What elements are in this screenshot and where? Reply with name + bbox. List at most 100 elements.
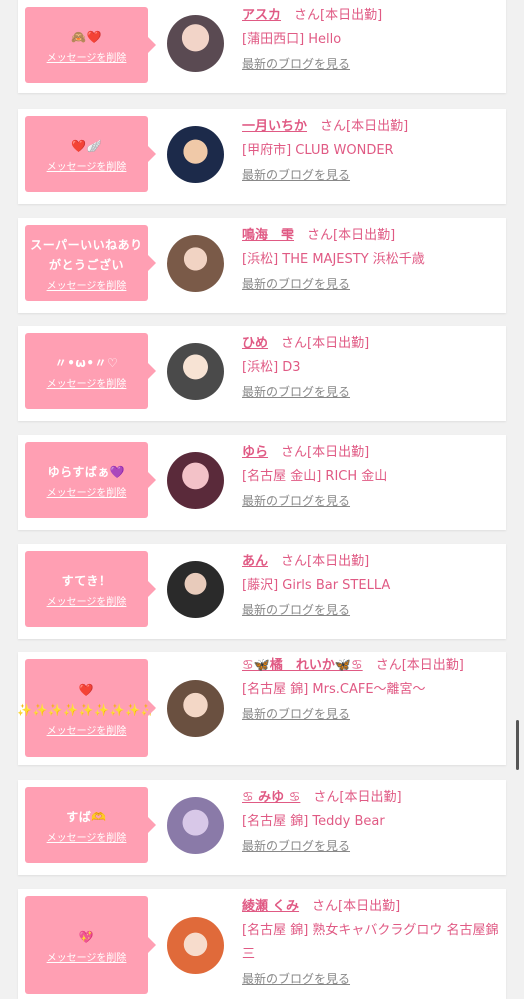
message-bubble: 〃•ω•〃♡ メッセージを削除	[25, 333, 156, 409]
name-suffix: さん[本日出勤]	[362, 658, 464, 673]
name-suffix: さん[本日出勤]	[307, 119, 409, 134]
message-card: すてき！ メッセージを削除 あん さん[本日出勤] [藤沢] Girls Bar ST…	[18, 544, 506, 639]
message-bubble: ❤️🪽 メッセージを削除	[25, 116, 156, 192]
delete-message-link[interactable]: メッセージを削除	[47, 829, 127, 844]
message-text: ゆらすばぁ💜	[47, 464, 126, 479]
profile-info: 一月いちか さん[本日出勤] [甲府市] CLUB WONDER 最新のブログを見る	[242, 115, 500, 187]
message-bubble: すば🫶 メッセージを削除	[25, 787, 156, 863]
scrollbar-thumb[interactable]	[516, 720, 519, 770]
message-card: ❤️🪽 メッセージを削除 一月いちか さん[本日出勤] [甲府市] CLUB WOND…	[18, 109, 506, 204]
name-suffix: さん[本日出勤]	[299, 899, 401, 914]
profile-info: アスカ さん[本日出勤] [蒲田西口] Hello 最新のブログを見る	[242, 4, 500, 76]
avatar[interactable]	[167, 235, 224, 292]
store-name: [名古屋 錦] Teddy Bear	[242, 814, 385, 829]
cast-name-link[interactable]: 鳴海 雫	[242, 228, 294, 243]
message-text: スーパーいいねありがとうござい	[30, 237, 143, 272]
message-bubble: スーパーいいねありがとうございメッセージを削除	[25, 225, 156, 301]
name-line: アスカ さん[本日出勤]	[242, 4, 500, 28]
name-line: 一月いちか さん[本日出勤]	[242, 115, 500, 139]
name-line: あん さん[本日出勤]	[242, 550, 500, 574]
message-card: すば🫶 メッセージを削除 ♋ みゆ ♋ さん[本日出勤] [名古屋 錦] Teddy …	[18, 780, 506, 875]
delete-message-link[interactable]: メッセージを削除	[47, 949, 127, 964]
profile-info: 綾瀬 くみ さん[本日出勤] [名古屋 錦] 熟女キャバクラグロウ 名古屋錦三最新…	[242, 895, 500, 991]
store-name: [藤沢] Girls Bar STELLA	[242, 578, 391, 593]
latest-blog-link[interactable]: 最新のブログを見る	[242, 380, 500, 404]
message-card: 💖 メッセージを削除 綾瀬 くみ さん[本日出勤] [名古屋 錦] 熟女キャバクラグロ…	[18, 889, 506, 999]
profile-info: ♋ みゆ ♋ さん[本日出勤] [名古屋 錦] Teddy Bear 最新のブログを…	[242, 786, 500, 858]
avatar[interactable]	[167, 917, 224, 974]
name-suffix: さん[本日出勤]	[294, 228, 396, 243]
cast-name-link[interactable]: ゆら	[242, 445, 268, 460]
store-name: [名古屋 金山] RICH 金山	[242, 469, 388, 484]
name-line: ♋🦋橘 れいか🦋♋ さん[本日出勤]	[242, 654, 500, 678]
cast-name-link[interactable]: ♋ みゆ ♋	[242, 790, 300, 805]
store-name: [浜松] THE MAJESTY 浜松千歳	[242, 252, 425, 267]
message-bubble: ❤️✨✨✨✨✨✨✨✨✨ メッセージを削除	[17, 659, 156, 757]
message-card: 🙈❤️ メッセージを削除 アスカ さん[本日出勤] [蒲田西口] Hello 最新のブロ…	[18, 0, 506, 93]
message-bubble: 🙈❤️ メッセージを削除	[25, 7, 156, 83]
name-suffix: さん[本日出勤]	[268, 445, 370, 460]
name-suffix: さん[本日出勤]	[281, 8, 383, 23]
avatar[interactable]	[167, 126, 224, 183]
profile-info: ひめ さん[本日出勤] [浜松] D3 最新のブログを見る	[242, 332, 500, 404]
avatar[interactable]	[167, 452, 224, 509]
message-card: ゆらすばぁ💜 メッセージを削除 ゆら さん[本日出勤] [名古屋 金山] RICH 金…	[18, 435, 506, 530]
name-line: ゆら さん[本日出勤]	[242, 441, 500, 465]
delete-message-link[interactable]: メッセージを削除	[47, 484, 127, 499]
latest-blog-link[interactable]: 最新のブログを見る	[242, 272, 500, 296]
name-suffix: さん[本日出勤]	[268, 336, 370, 351]
latest-blog-link[interactable]: 最新のブログを見る	[242, 163, 500, 187]
latest-blog-link[interactable]: 最新のブログを見る	[242, 967, 500, 991]
avatar[interactable]	[167, 797, 224, 854]
message-bubble: 💖 メッセージを削除	[25, 896, 156, 994]
latest-blog-link[interactable]: 最新のブログを見る	[242, 598, 500, 622]
cast-name-link[interactable]: 綾瀬 くみ	[242, 899, 299, 914]
cast-name-link[interactable]: あん	[242, 554, 268, 569]
delete-message-link[interactable]: メッセージを削除	[47, 158, 127, 173]
cast-name-link[interactable]: アスカ	[242, 8, 281, 23]
profile-info: ♋🦋橘 れいか🦋♋ さん[本日出勤] [名古屋 錦] Mrs.CAFE〜離宮〜最新…	[242, 654, 500, 726]
message-text: ❤️✨✨✨✨✨✨✨✨✨	[17, 682, 156, 717]
store-name: [甲府市] CLUB WONDER	[242, 143, 394, 158]
store-name: [名古屋 錦] 熟女キャバクラグロウ 名古屋錦三	[242, 923, 499, 962]
name-line: 綾瀬 くみ さん[本日出勤]	[242, 895, 500, 919]
name-line: ♋ みゆ ♋ さん[本日出勤]	[242, 786, 500, 810]
store-name: [蒲田西口] Hello	[242, 32, 342, 47]
delete-message-link[interactable]: メッセージを削除	[47, 375, 127, 390]
profile-info: 鳴海 雫 さん[本日出勤] [浜松] THE MAJESTY 浜松千歳最新のブログ…	[242, 224, 500, 296]
message-text: 🙈❤️	[71, 29, 102, 44]
message-card: スーパーいいねありがとうございメッセージを削除 鳴海 雫 さん[本日出勤] [浜松]…	[18, 218, 506, 313]
latest-blog-link[interactable]: 最新のブログを見る	[242, 702, 500, 726]
delete-message-link[interactable]: メッセージを削除	[47, 277, 127, 292]
message-card: ❤️✨✨✨✨✨✨✨✨✨ メッセージを削除 ♋🦋橘 れいか🦋♋ さん[本日出勤] [名古…	[17, 652, 506, 765]
delete-message-link[interactable]: メッセージを削除	[47, 593, 127, 608]
message-text: すば🫶	[66, 809, 107, 824]
name-suffix: さん[本日出勤]	[268, 554, 370, 569]
message-text: ❤️🪽	[71, 138, 102, 153]
profile-info: あん さん[本日出勤] [藤沢] Girls Bar STELLA 最新のブログを見…	[242, 550, 500, 622]
message-card: 〃•ω•〃♡ メッセージを削除 ひめ さん[本日出勤] [浜松] D3 最新のブログを見…	[18, 326, 506, 421]
avatar[interactable]	[167, 561, 224, 618]
name-line: ひめ さん[本日出勤]	[242, 332, 500, 356]
message-text: 💖	[78, 929, 95, 944]
store-name: [浜松] D3	[242, 360, 301, 375]
latest-blog-link[interactable]: 最新のブログを見る	[242, 489, 500, 513]
name-line: 鳴海 雫 さん[本日出勤]	[242, 224, 500, 248]
message-text: 〃•ω•〃♡	[54, 355, 119, 370]
message-bubble: ゆらすばぁ💜 メッセージを削除	[25, 442, 156, 518]
message-bubble: すてき！ メッセージを削除	[25, 551, 156, 627]
delete-message-link[interactable]: メッセージを削除	[47, 49, 127, 64]
cast-name-link[interactable]: 一月いちか	[242, 119, 307, 134]
avatar[interactable]	[167, 15, 224, 72]
avatar[interactable]	[167, 343, 224, 400]
avatar[interactable]	[167, 680, 224, 737]
profile-info: ゆら さん[本日出勤] [名古屋 金山] RICH 金山最新のブログを見る	[242, 441, 500, 513]
delete-message-link[interactable]: メッセージを削除	[47, 722, 127, 737]
cast-name-link[interactable]: ひめ	[242, 336, 268, 351]
name-suffix: さん[本日出勤]	[300, 790, 402, 805]
latest-blog-link[interactable]: 最新のブログを見る	[242, 834, 500, 858]
message-text: すてき！	[61, 573, 112, 588]
store-name: [名古屋 錦] Mrs.CAFE〜離宮〜	[242, 682, 426, 697]
cast-name-link[interactable]: ♋🦋橘 れいか🦋♋	[242, 658, 363, 673]
latest-blog-link[interactable]: 最新のブログを見る	[242, 52, 500, 76]
